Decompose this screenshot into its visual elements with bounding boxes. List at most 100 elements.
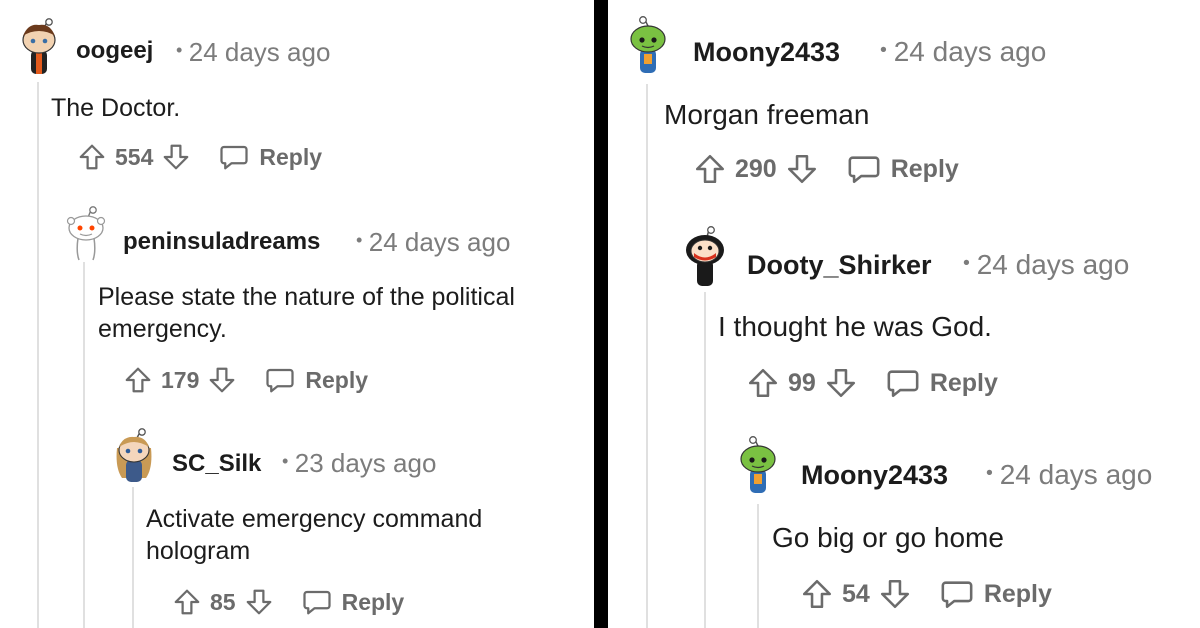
downvote-icon[interactable] bbox=[878, 577, 912, 611]
separator-dot: • bbox=[986, 462, 993, 485]
separator-dot: • bbox=[963, 252, 970, 275]
comment-timestamp[interactable]: • 24 days ago bbox=[176, 37, 330, 68]
comment-body: I thought he was God. bbox=[718, 309, 992, 345]
reply-button[interactable]: Reply bbox=[886, 366, 998, 400]
snoo-avatar-icon bbox=[740, 436, 776, 493]
comment-username[interactable]: SC_Silk bbox=[172, 450, 261, 478]
comment-icon bbox=[266, 368, 294, 393]
timestamp-text: 24 days ago bbox=[999, 459, 1153, 490]
upvote-icon[interactable] bbox=[123, 365, 153, 395]
avatar[interactable] bbox=[682, 226, 728, 295]
separator-dot: • bbox=[282, 451, 289, 472]
separator-dot: • bbox=[176, 40, 183, 61]
snoo-avatar-icon bbox=[630, 16, 666, 73]
thread-line[interactable] bbox=[132, 487, 134, 628]
comment-username[interactable]: Dooty_Shirker bbox=[747, 250, 932, 281]
downvote-icon[interactable] bbox=[207, 365, 237, 395]
vote-count: 290 bbox=[735, 154, 777, 183]
comment-actions: 54 Reply bbox=[800, 577, 1052, 611]
comment-icon bbox=[887, 370, 919, 398]
comment-body-line: hologram bbox=[146, 537, 251, 565]
reply-button[interactable]: Reply bbox=[940, 577, 1052, 611]
downvote-icon[interactable] bbox=[244, 587, 274, 617]
comment-icon bbox=[848, 156, 880, 184]
comment-body-line: Please state the nature of the political bbox=[98, 283, 515, 311]
timestamp-text: 24 days ago bbox=[368, 227, 511, 257]
reply-button[interactable]: Reply bbox=[847, 152, 959, 186]
timestamp-text: 23 days ago bbox=[294, 448, 437, 478]
avatar[interactable] bbox=[113, 428, 155, 491]
comment-body-line: Go big or go home bbox=[772, 522, 1004, 553]
upvote-icon[interactable] bbox=[693, 152, 727, 186]
avatar[interactable] bbox=[18, 18, 60, 81]
comment-timestamp[interactable]: • 24 days ago bbox=[963, 249, 1129, 281]
comment-body: Please state the nature of the political… bbox=[98, 281, 515, 345]
downvote-icon[interactable] bbox=[824, 366, 858, 400]
reply-button[interactable]: Reply bbox=[302, 587, 405, 617]
vote-count: 179 bbox=[161, 366, 200, 393]
reply-label: Reply bbox=[983, 579, 1052, 608]
reply-label: Reply bbox=[259, 143, 323, 170]
vote-count: 554 bbox=[115, 143, 154, 170]
comment-actions: 290 Reply bbox=[693, 152, 959, 186]
comment-body-line: I thought he was God. bbox=[718, 311, 992, 342]
downvote-icon[interactable] bbox=[785, 152, 819, 186]
upvote-icon[interactable] bbox=[172, 587, 202, 617]
comment-body: The Doctor. bbox=[51, 92, 180, 124]
comment-actions: 99 Reply bbox=[746, 366, 998, 400]
comment-body: Morgan freeman bbox=[664, 97, 869, 133]
comment-username[interactable]: oogeej bbox=[76, 37, 153, 65]
comment-icon bbox=[941, 581, 973, 609]
comment-actions: 85 Reply bbox=[172, 587, 404, 617]
thread-line[interactable] bbox=[83, 262, 85, 628]
snoo-avatar-icon bbox=[686, 226, 724, 286]
timestamp-text: 24 days ago bbox=[976, 249, 1130, 280]
thread-line[interactable] bbox=[37, 82, 39, 628]
comment-body: Activate emergency command hologram bbox=[146, 503, 482, 567]
comment-body: Go big or go home bbox=[772, 520, 1004, 556]
comment-actions: 179 Reply bbox=[123, 365, 368, 395]
separator-dot: • bbox=[356, 230, 363, 251]
comment-timestamp[interactable]: • 24 days ago bbox=[880, 36, 1046, 68]
downvote-icon[interactable] bbox=[161, 142, 191, 172]
snoo-avatar-icon bbox=[116, 428, 152, 482]
reply-label: Reply bbox=[305, 366, 369, 393]
comment-timestamp[interactable]: • 24 days ago bbox=[986, 459, 1152, 491]
comment-icon bbox=[302, 590, 331, 615]
comment-body-line: Morgan freeman bbox=[664, 99, 870, 130]
comment-timestamp[interactable]: • 24 days ago bbox=[356, 227, 510, 258]
reply-label: Reply bbox=[929, 368, 998, 397]
upvote-icon[interactable] bbox=[746, 366, 780, 400]
snoo-avatar-icon bbox=[66, 206, 106, 261]
vote-count: 85 bbox=[210, 588, 236, 615]
timestamp-text: 24 days ago bbox=[188, 37, 331, 67]
upvote-icon[interactable] bbox=[77, 142, 107, 172]
thread-line[interactable] bbox=[646, 84, 648, 628]
reply-label: Reply bbox=[341, 588, 405, 615]
snoo-avatar-icon bbox=[22, 18, 56, 74]
comment-icon bbox=[220, 145, 248, 170]
comment-body-line: The Doctor. bbox=[51, 94, 181, 122]
left-comment-panel: oogeej • 24 days ago The Doctor. 554 Repl… bbox=[0, 0, 594, 628]
comment-username[interactable]: peninsuladreams bbox=[123, 228, 320, 256]
comment-body-line: Activate emergency command bbox=[146, 505, 483, 533]
timestamp-text: 24 days ago bbox=[893, 36, 1047, 67]
thread-line[interactable] bbox=[704, 292, 706, 628]
right-comment-panel: Moony2433 • 24 days ago Morgan freeman 29… bbox=[608, 0, 1200, 628]
reply-button[interactable]: Reply bbox=[265, 365, 368, 395]
avatar[interactable] bbox=[626, 16, 670, 81]
reply-button[interactable]: Reply bbox=[219, 142, 322, 172]
thread-line[interactable] bbox=[757, 504, 759, 628]
avatar[interactable] bbox=[65, 206, 107, 269]
comment-username[interactable]: Moony2433 bbox=[693, 37, 840, 68]
vote-count: 99 bbox=[788, 368, 816, 397]
comment-actions: 554 Reply bbox=[77, 142, 322, 172]
reply-label: Reply bbox=[890, 154, 959, 183]
comment-timestamp[interactable]: • 23 days ago bbox=[282, 448, 436, 479]
panel-divider bbox=[594, 0, 608, 628]
avatar[interactable] bbox=[736, 436, 780, 501]
comment-body-line: emergency. bbox=[98, 315, 227, 343]
comment-username[interactable]: Moony2433 bbox=[801, 460, 948, 491]
vote-count: 54 bbox=[842, 579, 870, 608]
upvote-icon[interactable] bbox=[800, 577, 834, 611]
